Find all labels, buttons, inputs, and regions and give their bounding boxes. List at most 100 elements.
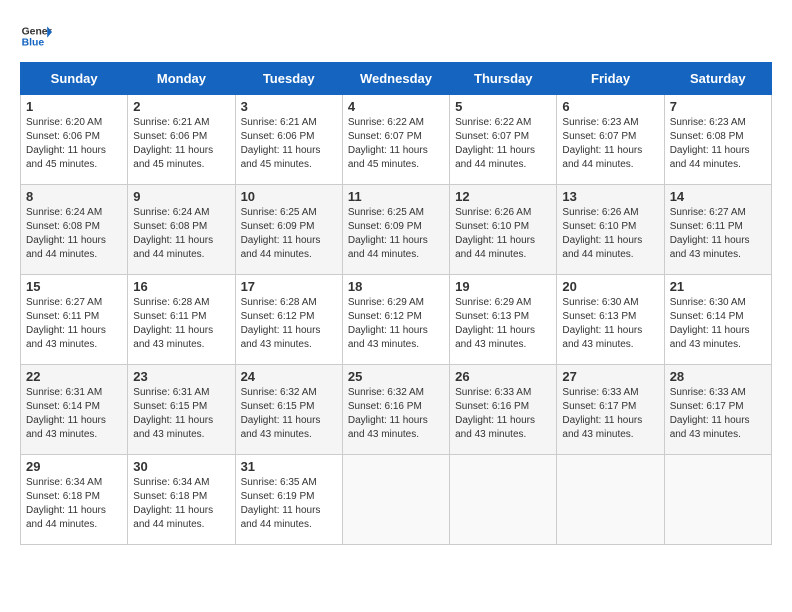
calendar-week-5: 29 Sunrise: 6:34 AM Sunset: 6:18 PM Dayli…	[21, 455, 772, 545]
header-day-monday: Monday	[128, 63, 235, 95]
calendar-day-4: 4 Sunrise: 6:22 AM Sunset: 6:07 PM Daylig…	[342, 95, 449, 185]
calendar-day-19: 19Sunrise: 6:29 AM Sunset: 6:13 PM Dayli…	[450, 275, 557, 365]
calendar-day-16: 16Sunrise: 6:28 AM Sunset: 6:11 PM Dayli…	[128, 275, 235, 365]
day-number: 17	[241, 279, 337, 294]
day-number: 7	[670, 99, 766, 114]
calendar-table: SundayMondayTuesdayWednesdayThursdayFrid…	[20, 62, 772, 545]
header-day-thursday: Thursday	[450, 63, 557, 95]
day-info: Sunrise: 6:30 AM Sunset: 6:13 PM Dayligh…	[562, 296, 658, 352]
day-number: 12	[455, 189, 551, 204]
day-number: 27	[562, 369, 658, 384]
day-number: 11	[348, 189, 444, 204]
day-info: Sunrise: 6:28 AM Sunset: 6:12 PM Dayligh…	[241, 296, 337, 352]
day-number: 21	[670, 279, 766, 294]
day-info: Sunrise: 6:33 AM Sunset: 6:17 PM Dayligh…	[562, 386, 658, 442]
calendar-week-1: 1Sunrise: 6:20 AM Sunset: 6:06 PM Daylig…	[21, 95, 772, 185]
calendar-day-29: 29 Sunrise: 6:34 AM Sunset: 6:18 PM Dayli…	[21, 455, 128, 545]
calendar-day-23: 23 Sunrise: 6:31 AM Sunset: 6:15 PM Dayli…	[128, 365, 235, 455]
day-info: Sunrise: 6:29 AM Sunset: 6:12 PM Dayligh…	[348, 296, 444, 352]
calendar-day-11: 11 Sunrise: 6:25 AM Sunset: 6:09 PM Dayli…	[342, 185, 449, 275]
day-info: Sunrise: 6:31 AM Sunset: 6:15 PM Dayligh…	[133, 386, 229, 442]
day-number: 24	[241, 369, 337, 384]
logo: General Blue	[20, 20, 52, 52]
day-info: Sunrise: 6:35 AM Sunset: 6:19 PM Dayligh…	[241, 476, 337, 532]
header-day-tuesday: Tuesday	[235, 63, 342, 95]
calendar-day-9: 9 Sunrise: 6:24 AM Sunset: 6:08 PM Daylig…	[128, 185, 235, 275]
calendar-day-20: 20 Sunrise: 6:30 AM Sunset: 6:13 PM Dayli…	[557, 275, 664, 365]
day-info: Sunrise: 6:33 AM Sunset: 6:16 PM Dayligh…	[455, 386, 551, 442]
calendar-day-2: 2 Sunrise: 6:21 AM Sunset: 6:06 PM Daylig…	[128, 95, 235, 185]
day-number: 18	[348, 279, 444, 294]
calendar-day-5: 5Sunrise: 6:22 AM Sunset: 6:07 PM Daylig…	[450, 95, 557, 185]
day-info: Sunrise: 6:29 AM Sunset: 6:13 PM Dayligh…	[455, 296, 551, 352]
calendar-header-row: SundayMondayTuesdayWednesdayThursdayFrid…	[21, 63, 772, 95]
day-info: Sunrise: 6:22 AM Sunset: 6:07 PM Dayligh…	[455, 116, 551, 172]
day-info: Sunrise: 6:26 AM Sunset: 6:10 PM Dayligh…	[562, 206, 658, 262]
calendar-day-25: 25Sunrise: 6:32 AM Sunset: 6:16 PM Dayli…	[342, 365, 449, 455]
day-info: Sunrise: 6:30 AM Sunset: 6:14 PM Dayligh…	[670, 296, 766, 352]
header-day-friday: Friday	[557, 63, 664, 95]
day-number: 29	[26, 459, 122, 474]
day-info: Sunrise: 6:27 AM Sunset: 6:11 PM Dayligh…	[670, 206, 766, 262]
day-info: Sunrise: 6:25 AM Sunset: 6:09 PM Dayligh…	[241, 206, 337, 262]
day-number: 10	[241, 189, 337, 204]
header-day-sunday: Sunday	[21, 63, 128, 95]
empty-cell	[664, 455, 771, 545]
calendar-day-12: 12 Sunrise: 6:26 AM Sunset: 6:10 PM Dayli…	[450, 185, 557, 275]
day-info: Sunrise: 6:26 AM Sunset: 6:10 PM Dayligh…	[455, 206, 551, 262]
day-info: Sunrise: 6:23 AM Sunset: 6:08 PM Dayligh…	[670, 116, 766, 172]
day-number: 2	[133, 99, 229, 114]
day-number: 1	[26, 99, 122, 114]
calendar-day-15: 15 Sunrise: 6:27 AM Sunset: 6:11 PM Dayli…	[21, 275, 128, 365]
day-number: 14	[670, 189, 766, 204]
day-number: 20	[562, 279, 658, 294]
calendar-day-31: 31 Sunrise: 6:35 AM Sunset: 6:19 PM Dayli…	[235, 455, 342, 545]
day-info: Sunrise: 6:24 AM Sunset: 6:08 PM Dayligh…	[26, 206, 122, 262]
day-number: 4	[348, 99, 444, 114]
calendar-day-27: 27 Sunrise: 6:33 AM Sunset: 6:17 PM Dayli…	[557, 365, 664, 455]
day-number: 13	[562, 189, 658, 204]
day-number: 9	[133, 189, 229, 204]
calendar-day-26: 26 Sunrise: 6:33 AM Sunset: 6:16 PM Dayli…	[450, 365, 557, 455]
day-number: 28	[670, 369, 766, 384]
calendar-day-14: 14 Sunrise: 6:27 AM Sunset: 6:11 PM Dayli…	[664, 185, 771, 275]
calendar-day-7: 7 Sunrise: 6:23 AM Sunset: 6:08 PM Daylig…	[664, 95, 771, 185]
day-info: Sunrise: 6:21 AM Sunset: 6:06 PM Dayligh…	[133, 116, 229, 172]
day-info: Sunrise: 6:22 AM Sunset: 6:07 PM Dayligh…	[348, 116, 444, 172]
header-day-saturday: Saturday	[664, 63, 771, 95]
day-info: Sunrise: 6:25 AM Sunset: 6:09 PM Dayligh…	[348, 206, 444, 262]
day-number: 30	[133, 459, 229, 474]
day-info: Sunrise: 6:24 AM Sunset: 6:08 PM Dayligh…	[133, 206, 229, 262]
empty-cell	[450, 455, 557, 545]
day-number: 6	[562, 99, 658, 114]
calendar-day-6: 6 Sunrise: 6:23 AM Sunset: 6:07 PM Daylig…	[557, 95, 664, 185]
calendar-day-17: 17 Sunrise: 6:28 AM Sunset: 6:12 PM Dayli…	[235, 275, 342, 365]
logo-icon: General Blue	[20, 20, 52, 52]
day-number: 3	[241, 99, 337, 114]
day-info: Sunrise: 6:34 AM Sunset: 6:18 PM Dayligh…	[26, 476, 122, 532]
day-number: 15	[26, 279, 122, 294]
header-day-wednesday: Wednesday	[342, 63, 449, 95]
day-number: 26	[455, 369, 551, 384]
calendar-week-2: 8Sunrise: 6:24 AM Sunset: 6:08 PM Daylig…	[21, 185, 772, 275]
day-number: 23	[133, 369, 229, 384]
day-info: Sunrise: 6:21 AM Sunset: 6:06 PM Dayligh…	[241, 116, 337, 172]
calendar-day-3: 3 Sunrise: 6:21 AM Sunset: 6:06 PM Daylig…	[235, 95, 342, 185]
day-info: Sunrise: 6:31 AM Sunset: 6:14 PM Dayligh…	[26, 386, 122, 442]
day-number: 22	[26, 369, 122, 384]
calendar-day-30: 30 Sunrise: 6:34 AM Sunset: 6:18 PM Dayli…	[128, 455, 235, 545]
empty-cell	[557, 455, 664, 545]
svg-text:Blue: Blue	[22, 38, 45, 49]
day-info: Sunrise: 6:34 AM Sunset: 6:18 PM Dayligh…	[133, 476, 229, 532]
day-number: 31	[241, 459, 337, 474]
day-info: Sunrise: 6:33 AM Sunset: 6:17 PM Dayligh…	[670, 386, 766, 442]
calendar-week-4: 22 Sunrise: 6:31 AM Sunset: 6:14 PM Dayli…	[21, 365, 772, 455]
calendar-day-10: 10 Sunrise: 6:25 AM Sunset: 6:09 PM Dayli…	[235, 185, 342, 275]
calendar-day-28: 28 Sunrise: 6:33 AM Sunset: 6:17 PM Dayli…	[664, 365, 771, 455]
page-header: General Blue	[20, 20, 772, 52]
calendar-week-3: 15 Sunrise: 6:27 AM Sunset: 6:11 PM Dayli…	[21, 275, 772, 365]
empty-cell	[342, 455, 449, 545]
calendar-day-18: 18 Sunrise: 6:29 AM Sunset: 6:12 PM Dayli…	[342, 275, 449, 365]
day-info: Sunrise: 6:23 AM Sunset: 6:07 PM Dayligh…	[562, 116, 658, 172]
day-info: Sunrise: 6:27 AM Sunset: 6:11 PM Dayligh…	[26, 296, 122, 352]
